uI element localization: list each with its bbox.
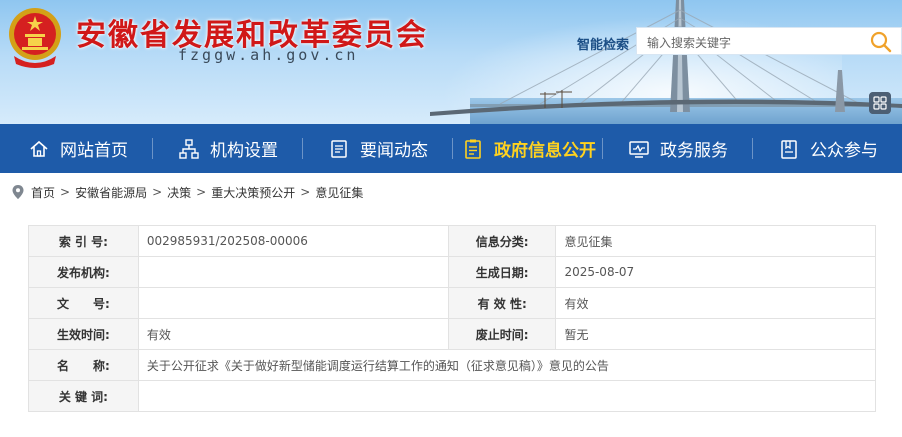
validity-value: 有效	[555, 287, 876, 319]
location-pin-icon	[12, 185, 24, 199]
home-icon	[30, 140, 48, 157]
breadcrumb-separator: >	[196, 185, 207, 199]
site-domain: fzggw.ah.gov.cn	[178, 46, 359, 64]
breadcrumb-home[interactable]: 首页	[31, 184, 55, 201]
national-emblem-icon	[9, 8, 61, 68]
breadcrumb-separator: >	[152, 185, 163, 199]
nav-item-participation[interactable]: 公众参与	[778, 124, 878, 173]
created-date-label: 生成日期:	[447, 256, 557, 288]
table-row: 关 键 词:	[28, 380, 877, 412]
table-row: 索 引 号: 002985931/202508-00006 信息分类: 意见征集	[28, 225, 876, 257]
expire-time-label: 废止时间:	[447, 318, 557, 350]
nav-divider	[752, 138, 753, 159]
nav-divider	[302, 138, 303, 159]
table-row: 发布机构: 生成日期: 2025-08-07	[28, 256, 876, 288]
nav-item-services[interactable]: 政务服务	[628, 124, 728, 173]
index-no-value: 002985931/202508-00006	[137, 225, 449, 257]
info-doc-icon	[465, 139, 481, 159]
nav-label: 网站首页	[60, 141, 128, 161]
bookmark-icon	[781, 139, 797, 159]
table-row: 文 号: 有 效 性: 有效	[28, 287, 876, 319]
nav-item-org[interactable]: 机构设置	[178, 124, 278, 173]
nav-item-gov-info[interactable]: 政府信息公开	[462, 124, 596, 173]
keywords-label: 关 键 词:	[28, 380, 139, 412]
breadcrumb-separator: >	[300, 185, 311, 199]
nav-label: 公众参与	[810, 141, 878, 161]
nav-divider	[602, 138, 603, 159]
grid-menu-icon[interactable]	[869, 92, 891, 114]
name-value: 关于公开征求《关于做好新型储能调度运行结算工作的通知（征求意见稿）》意见的公告	[137, 349, 877, 381]
search-icon[interactable]	[869, 30, 893, 54]
nav-divider	[452, 138, 453, 159]
nav-item-home[interactable]: 网站首页	[28, 124, 128, 173]
publisher-label: 发布机构:	[28, 256, 139, 288]
nav-label: 政府信息公开	[494, 141, 596, 161]
breadcrumb-pre-disclosure[interactable]: 重大决策预公开	[211, 184, 295, 201]
index-no-label: 索 引 号:	[28, 225, 139, 257]
search-input[interactable]	[645, 32, 859, 54]
nav-label: 政务服务	[660, 141, 728, 161]
doc-no-label: 文 号:	[28, 287, 139, 319]
document-icon	[331, 139, 347, 158]
breadcrumb-separator: >	[60, 185, 71, 199]
nav-divider	[152, 138, 153, 159]
monitor-icon	[629, 140, 649, 158]
breadcrumb-decision[interactable]: 决策	[167, 184, 191, 201]
breadcrumb-energy-bureau[interactable]: 安徽省能源局	[75, 184, 147, 201]
table-row: 生效时间: 有效 废止时间: 暂无	[28, 318, 876, 350]
nav-label: 机构设置	[210, 141, 278, 161]
document-info-table: 索 引 号: 002985931/202508-00006 信息分类: 意见征集…	[28, 225, 877, 412]
table-row: 名 称: 关于公开征求《关于做好新型储能调度运行结算工作的通知（征求意见稿）》意…	[28, 349, 877, 381]
keywords-value	[137, 380, 877, 412]
search-box	[636, 27, 902, 55]
org-chart-icon	[179, 138, 199, 159]
header-banner: 安徽省发展和改革委员会 fzggw.ah.gov.cn 智能检索	[0, 0, 902, 124]
main-nav: 网站首页 机构设置 要闻动态 政府信息公开 政务服务 公众参与	[0, 124, 902, 173]
breadcrumb: 首页 > 安徽省能源局 > 决策 > 重大决策预公开 > 意见征集	[12, 184, 363, 200]
nav-item-news[interactable]: 要闻动态	[328, 124, 428, 173]
validity-label: 有 效 性:	[447, 287, 557, 319]
created-date-value: 2025-08-07	[555, 256, 876, 288]
publisher-value	[137, 256, 449, 288]
breadcrumb-solicitation[interactable]: 意见征集	[315, 184, 363, 201]
doc-no-value	[137, 287, 449, 319]
effective-time-value: 有效	[137, 318, 449, 350]
nav-label: 要闻动态	[360, 141, 428, 161]
expire-time-value: 暂无	[555, 318, 876, 350]
effective-time-label: 生效时间:	[28, 318, 139, 350]
name-label: 名 称:	[28, 349, 139, 381]
category-label: 信息分类:	[447, 225, 557, 257]
search-label[interactable]: 智能检索	[577, 34, 629, 53]
category-value: 意见征集	[555, 225, 876, 257]
